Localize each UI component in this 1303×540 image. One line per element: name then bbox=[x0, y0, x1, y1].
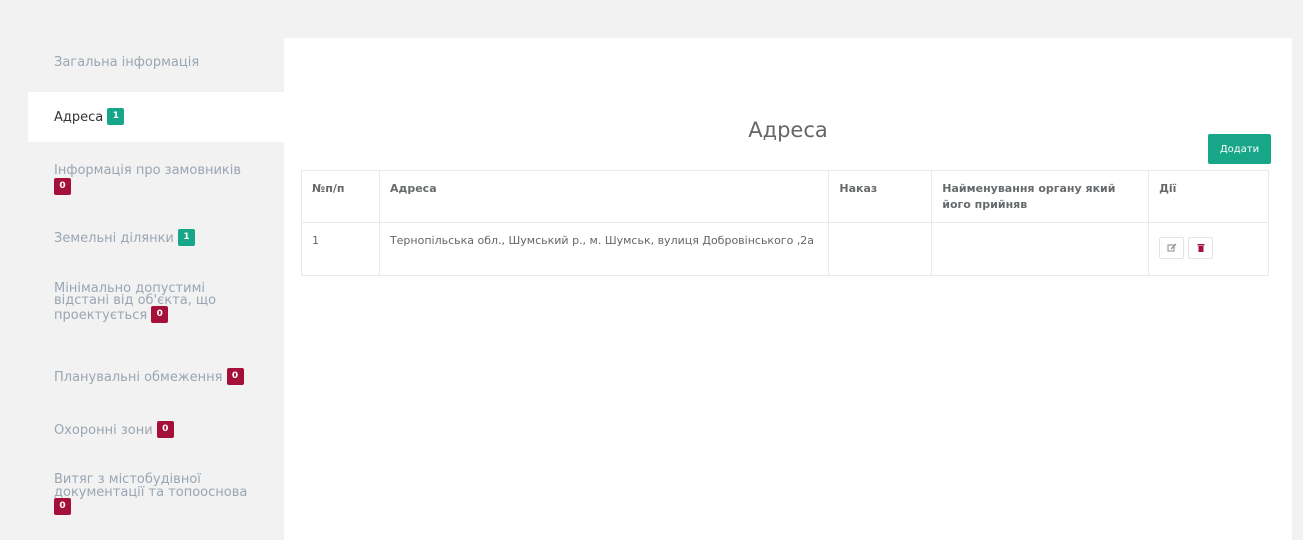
count-badge: 0 bbox=[156, 421, 174, 438]
sidebar-item-label: Мінімально допустимі відстані від об'єкт… bbox=[54, 281, 217, 323]
edit-button[interactable] bbox=[1159, 237, 1185, 259]
column-header-number: №п/п bbox=[301, 170, 380, 223]
sidebar-item-label: Витяг з містобудівної документації та то… bbox=[54, 472, 248, 500]
column-header-order: Наказ bbox=[828, 170, 933, 223]
page-title: Адреса bbox=[748, 118, 828, 142]
cell-order bbox=[828, 222, 933, 276]
count-badge: 0 bbox=[226, 368, 244, 385]
sidebar-item-customers[interactable]: Інформація про замовників 0 bbox=[28, 163, 284, 196]
edit-icon bbox=[1167, 243, 1177, 252]
sidebar-item-label: Земельні ділянки bbox=[54, 231, 174, 246]
main-panel: Адреса Додати №п/п Адреса Наказ Найменув… bbox=[284, 38, 1292, 540]
cell-authority bbox=[931, 222, 1150, 276]
cell-number: 1 bbox=[301, 222, 380, 276]
add-button[interactable]: Додати bbox=[1208, 134, 1271, 164]
count-badge: 0 bbox=[54, 498, 71, 515]
sidebar-item-label: Планувальні обмеження bbox=[54, 370, 223, 385]
sidebar-item-label: Охоронні зони bbox=[54, 423, 153, 438]
sidebar-item-general-info[interactable]: Загальна інформація bbox=[28, 56, 284, 69]
cell-address: Тернопільська обл., Шумський р., м. Шумс… bbox=[378, 222, 830, 276]
column-header-address: Адреса bbox=[378, 170, 830, 223]
sidebar-item-address[interactable]: Адреса 1 bbox=[28, 92, 284, 142]
sidebar-item-label: Інформація про замовників bbox=[54, 163, 242, 178]
table-header-row: №п/п Адреса Наказ Найменування органу як… bbox=[301, 170, 1269, 223]
trash-icon bbox=[1197, 244, 1205, 252]
delete-button[interactable] bbox=[1188, 237, 1214, 259]
table-row: 1 Тернопільська обл., Шумський р., м. Шу… bbox=[301, 222, 1269, 276]
count-badge: 1 bbox=[107, 108, 125, 125]
sidebar-item-label: Адреса bbox=[54, 110, 104, 125]
address-table: №п/п Адреса Наказ Найменування органу як… bbox=[301, 170, 1269, 276]
count-badge: 1 bbox=[178, 229, 196, 246]
sidebar-item-protection-zones[interactable]: Охоронні зони 0 bbox=[28, 421, 284, 439]
sidebar-item-land-plots[interactable]: Земельні ділянки 1 bbox=[28, 229, 284, 247]
count-badge: 0 bbox=[54, 178, 71, 195]
count-badge: 0 bbox=[151, 306, 169, 323]
sidebar: Загальна інформація Адреса 1 Інформація … bbox=[28, 38, 284, 540]
sidebar-item-planning-restrictions[interactable]: Планувальні обмеження 0 bbox=[28, 368, 284, 386]
sidebar-item-urban-docs[interactable]: Витяг з містобудівної документації та то… bbox=[28, 473, 284, 516]
cell-actions bbox=[1148, 222, 1269, 276]
sidebar-item-min-distances[interactable]: Мінімально допустимі відстані від об'єкт… bbox=[28, 281, 284, 324]
sidebar-item-label: Загальна інформація bbox=[54, 55, 200, 70]
column-header-authority: Найменування органу який його прийняв bbox=[931, 170, 1150, 223]
column-header-actions: Дії bbox=[1148, 170, 1269, 223]
